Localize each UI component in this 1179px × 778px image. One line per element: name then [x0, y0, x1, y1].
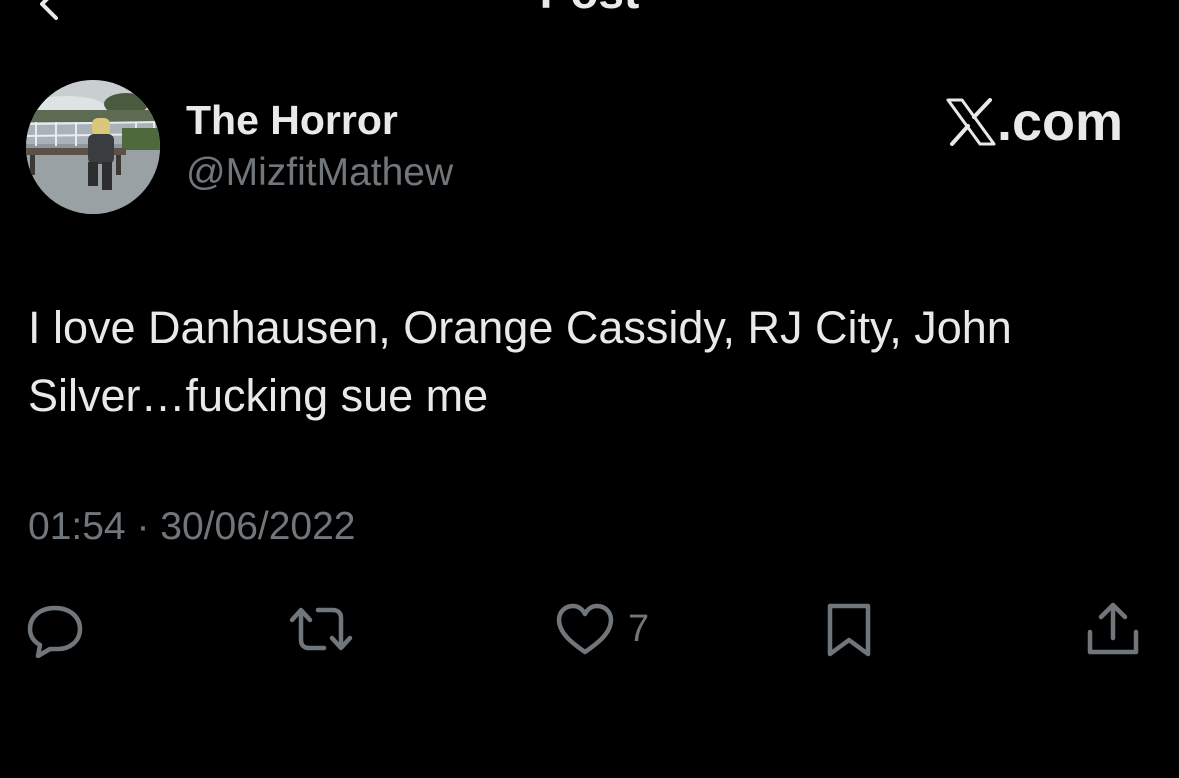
- watermark: .com: [946, 92, 1123, 152]
- post-timestamp[interactable]: 01:54 · 30/06/2022: [28, 503, 356, 551]
- like-count: 7: [628, 607, 650, 650]
- bookmark-icon: [827, 603, 871, 657]
- share-icon: [1087, 602, 1139, 655]
- bookmark-button[interactable]: [820, 596, 878, 662]
- author-display-name[interactable]: The Horror: [186, 96, 398, 144]
- reply-icon: [27, 605, 83, 658]
- share-button[interactable]: [1084, 596, 1142, 662]
- watermark-text: .com: [996, 92, 1123, 152]
- reply-button[interactable]: [26, 596, 84, 662]
- avatar[interactable]: [26, 80, 160, 214]
- top-bar: Post: [0, 0, 1179, 20]
- author-handle[interactable]: @MizfitMathew: [186, 150, 453, 196]
- post-text: I love Danhausen, Orange Cassidy, RJ Cit…: [28, 294, 1138, 430]
- like-button[interactable]: 7: [554, 596, 649, 662]
- post-text-line: I love Danhausen, Orange Cassidy, RJ Cit…: [28, 302, 1012, 353]
- post-date: 30/06/2022: [160, 505, 356, 548]
- page-title: Post: [0, 0, 1179, 18]
- repost-icon: [289, 607, 353, 651]
- meta-separator: ·: [136, 505, 150, 548]
- heart-icon: [556, 603, 614, 655]
- repost-button[interactable]: [288, 596, 354, 662]
- action-bar: 7: [0, 596, 1179, 666]
- post-text-line: Silver…fucking sue me: [28, 370, 489, 421]
- x-logo-icon: [946, 98, 996, 146]
- post-time: 01:54: [28, 505, 126, 548]
